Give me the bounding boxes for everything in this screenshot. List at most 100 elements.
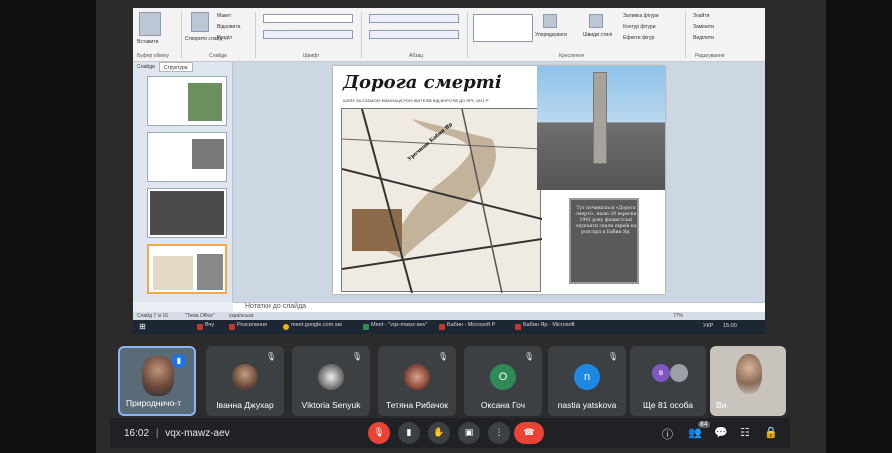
activities-icon[interactable]: ☷ — [740, 426, 750, 439]
notes-field[interactable]: Нотатки до слайда — [233, 302, 765, 312]
taskbar-item[interactable]: Розсилання — [229, 322, 267, 332]
taskbar-item[interactable]: Вчу — [197, 322, 214, 332]
monument-photo — [537, 66, 665, 190]
slide-counter: Слайд 7 із 16 — [137, 313, 168, 319]
replace-button[interactable]: Замінити — [693, 24, 714, 30]
participant-tile[interactable]: 🎙 n nastia yatskova — [548, 346, 626, 416]
select-button[interactable]: Виділити — [693, 35, 714, 41]
slide-thumbnail-selected[interactable]: 8 — [147, 244, 227, 294]
memorial-plaque-image: Тут починалася «Дорога смерті», якою 29 … — [569, 198, 639, 284]
map-graphic — [341, 108, 543, 294]
group-font: Шрифт — [303, 53, 320, 59]
arrange-icon[interactable] — [543, 14, 557, 28]
raise-hand-button[interactable]: ✋ — [428, 422, 450, 444]
chat-icon[interactable]: 💬 — [714, 426, 728, 439]
current-slide[interactable]: Дорога смерті ШЛЯХ ЗА СХЕМОЮ ЕВАКУАЦІЇ Р… — [333, 66, 665, 294]
participant-name: Іванна Джухар — [216, 400, 274, 410]
participant-tile[interactable]: ▮ Природничо-т — [118, 346, 196, 416]
speaking-icon: ▮ — [172, 354, 186, 368]
avatar — [232, 364, 258, 390]
slide-thumbnail[interactable]: 7 — [147, 188, 227, 238]
avatar: n — [574, 364, 600, 390]
taskbar-clock[interactable]: 15:00 — [723, 323, 737, 329]
slide-thumbnail[interactable]: 5 — [147, 76, 227, 126]
paragraph-buttons[interactable] — [369, 14, 459, 23]
font-name-field[interactable] — [263, 14, 353, 23]
slide-subtitle: ШЛЯХ ЗА СХЕМОЮ ЕВАКУАЦІЇ РОЛІ ЖИТЕЛІВ ВІ… — [343, 98, 489, 103]
section-button[interactable]: Розділ — [217, 35, 232, 41]
windows-start-icon[interactable]: ⊞ — [139, 322, 146, 331]
mic-off-icon: 🎙 — [607, 352, 618, 361]
language-status[interactable]: українська — [229, 313, 254, 319]
quick-styles-icon[interactable] — [589, 14, 603, 28]
tab-slides[interactable]: Слайди — [133, 62, 159, 72]
mic-off-icon: 🎙 — [437, 352, 448, 361]
participant-name: nastia yatskova — [557, 400, 617, 410]
participant-name: Природничо-т — [126, 398, 182, 408]
participant-name: Ви — [716, 400, 727, 410]
meeting-time-and-code: 16:02 | vqx-mawz-aev — [124, 428, 230, 439]
shapes-gallery[interactable] — [473, 14, 533, 42]
mic-off-icon: 🎙 — [265, 352, 276, 361]
group-clipboard: Буфер обміну — [137, 53, 170, 59]
slide-thumbnails-pane: Слайди Структура 5 6 7 8 — [133, 62, 233, 302]
camera-toggle-button[interactable]: ▮ — [398, 422, 420, 444]
shape-outline-button[interactable]: Контур фігури — [623, 24, 655, 30]
participant-tile[interactable]: 🎙 Тетяна Рибачок — [378, 346, 456, 416]
group-drawing: Креслення — [559, 53, 584, 59]
shape-fill-button[interactable]: Заливка фігури — [623, 13, 659, 19]
slide-thumbnail[interactable]: 6 — [147, 132, 227, 182]
leave-call-button[interactable]: ☎ — [514, 422, 544, 444]
plaque-text: Тут починалася «Дорога смерті», якою 29 … — [575, 206, 637, 235]
tab-outline[interactable]: Структура — [158, 62, 193, 72]
thumb-image — [188, 83, 222, 121]
taskbar-language[interactable]: УКР — [703, 323, 713, 329]
zoom-level[interactable]: 77% — [673, 313, 683, 319]
participant-tile[interactable]: 🎙 Іванна Джухар — [206, 346, 284, 416]
arrange-button[interactable]: Упорядкувати — [535, 32, 567, 38]
info-icon[interactable]: ⓘ — [662, 426, 673, 442]
group-paragraph: Абзац — [409, 53, 424, 59]
group-slides: Слайди — [209, 53, 227, 59]
layout-button[interactable]: Макет — [217, 13, 231, 19]
thumb-image — [153, 256, 193, 290]
taskbar-item[interactable]: Бабин Яр - Microsoft — [515, 322, 575, 332]
font-format-buttons[interactable] — [263, 30, 353, 39]
host-controls-icon[interactable]: 🔒 — [764, 426, 778, 439]
more-options-button[interactable]: ⋮ — [488, 422, 510, 444]
paste-icon[interactable] — [139, 12, 161, 36]
participant-name: Тетяна Рибачок — [386, 400, 448, 410]
separator — [255, 12, 256, 58]
new-slide-icon[interactable] — [191, 12, 209, 32]
find-button[interactable]: Знайти — [693, 13, 709, 19]
participant-tile[interactable]: 🎙 O Оксана Гоч — [464, 346, 542, 416]
slide-title: Дорога смерті — [343, 72, 502, 93]
participant-tile[interactable]: 🎙 Viktoria Senyuk — [292, 346, 370, 416]
participant-name: Оксана Гоч — [480, 400, 526, 410]
avatar — [404, 364, 430, 390]
mic-off-icon: 🎙 — [351, 352, 362, 361]
participant-tile-overflow[interactable]: в Ще 81 особа — [630, 346, 706, 416]
avatar — [318, 364, 344, 390]
present-screen-button[interactable]: ▣ — [458, 422, 480, 444]
meeting-code: vqx-mawz-aev — [165, 428, 230, 439]
participant-video — [142, 356, 174, 396]
reset-button[interactable]: Відновити — [217, 24, 240, 30]
participant-name: Viktoria Senyuk — [301, 400, 361, 410]
taskbar-item[interactable]: Meet - "vqx-mawz-aev" — [363, 322, 427, 332]
participants-count-badge: 84 — [698, 421, 710, 428]
alignment-buttons[interactable] — [369, 30, 459, 39]
group-editing: Редагування — [695, 53, 725, 59]
taskbar-item[interactable]: meet.google.com sai — [283, 322, 342, 332]
quick-styles-button[interactable]: Швидкі стилі — [583, 32, 612, 38]
avatar: в — [652, 364, 670, 382]
windows-taskbar: ⊞ Вчу Розсилання meet.google.com sai Mee… — [133, 320, 765, 334]
avatar-group-icon — [670, 364, 688, 382]
paste-button[interactable]: Вставити — [137, 39, 158, 45]
mic-toggle-button[interactable]: 🎙 — [368, 422, 390, 444]
avatar: O — [490, 364, 516, 390]
participant-name: Ще 81 особа — [642, 400, 694, 410]
shape-effects-button[interactable]: Ефекти фігур — [623, 35, 654, 41]
taskbar-item[interactable]: Бабин - Microsoft P — [439, 322, 495, 332]
self-view-tile[interactable]: Ви — [710, 346, 786, 416]
